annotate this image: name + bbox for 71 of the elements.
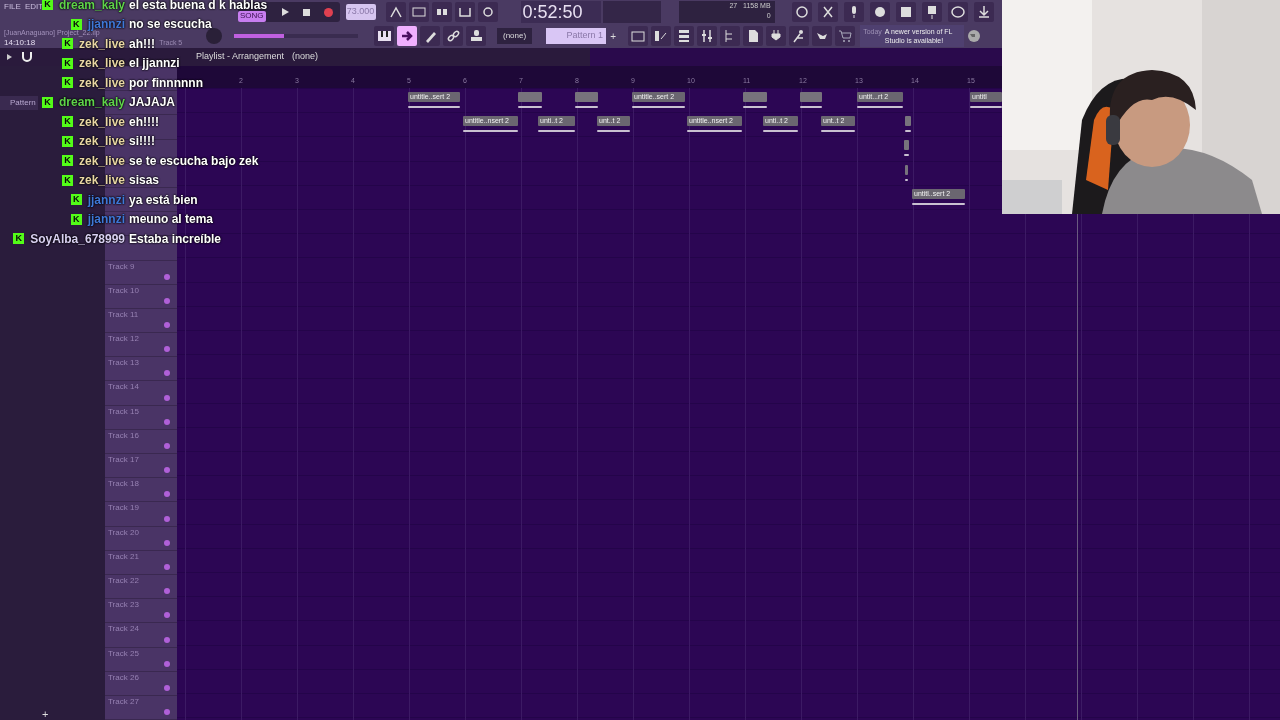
kick-badge: K [61, 174, 73, 186]
song-position-display: 0:52:50 [520, 1, 601, 23]
kick-badge: K [41, 96, 53, 108]
track-name[interactable]: Track 26 [108, 671, 139, 684]
add-pattern-button[interactable]: + [606, 28, 621, 44]
track-name[interactable]: Track 16 [108, 429, 139, 442]
track-name[interactable]: Track 9 [108, 260, 135, 273]
add-button[interactable]: + [42, 708, 49, 720]
kick-badge: K [13, 233, 25, 245]
menu-item[interactable]: FILE [4, 2, 21, 12]
menu-item[interactable]: EDIT [24, 2, 44, 12]
chat-message: ya está bien [129, 192, 198, 207]
track-name[interactable]: Track 20 [108, 526, 139, 539]
chat-message: sisas [129, 173, 160, 188]
track-name[interactable]: Track 19 [108, 502, 139, 515]
kick-badge: K [70, 194, 82, 206]
chat-message: ah!!! [129, 36, 155, 51]
chat-message: JAJAJA [129, 95, 176, 110]
chat-username: jjannzi [87, 212, 125, 227]
chat-username: zek_live [78, 134, 125, 149]
kick-badge: K [61, 77, 73, 89]
chat-message: no se escucha [129, 17, 212, 32]
chat-username: jjannzi [87, 17, 125, 32]
chat-message: el jjannzi [129, 56, 180, 71]
kick-badge: K [61, 116, 73, 128]
chat-message: se te escucha bajo zek [129, 153, 259, 168]
track-name[interactable]: Track 22 [108, 574, 139, 587]
mode-button[interactable]: SONG [238, 10, 266, 22]
chat-message: por finnnnnn [129, 75, 203, 90]
chat-username: jjannzi [87, 192, 125, 207]
track-name[interactable]: Track 15 [108, 405, 139, 418]
tempo-display[interactable]: 73.000 [345, 4, 376, 20]
kick-badge: K [61, 155, 73, 167]
clock-time: 14:10:18 [4, 37, 36, 49]
kick-badge: K [61, 57, 73, 69]
track-name[interactable]: Track 27 [108, 695, 139, 708]
chat-username: dream_kaly [58, 95, 125, 110]
track-name[interactable]: Track 14 [108, 381, 139, 394]
chat-message: Estaba increíble [129, 231, 222, 246]
chat-message: eh!!!! [129, 114, 159, 129]
chat-username: zek_live [78, 56, 125, 71]
chat-username: zek_live [78, 114, 125, 129]
track-name[interactable]: Track 12 [108, 333, 139, 346]
track-name[interactable]: Track 18 [108, 478, 139, 491]
chat-username: zek_live [78, 173, 125, 188]
chat-username: zek_live [78, 75, 125, 90]
track-name[interactable]: Track 24 [108, 623, 139, 636]
kick-badge: K [61, 135, 73, 147]
chat-username: zek_live [78, 153, 125, 168]
kick-badge: K [70, 213, 82, 225]
track-name[interactable]: Track 21 [108, 550, 139, 563]
channel-selector[interactable]: (none) [497, 28, 533, 44]
track-name[interactable]: Track 17 [108, 454, 139, 466]
chat-username: SoyAlba_678999 [30, 231, 125, 246]
track-name[interactable]: Track 10 [108, 284, 139, 297]
chat-message: meuno al tema [129, 212, 214, 227]
chat-username: dream_kaly [58, 0, 125, 12]
window-title: Playlist - Arrangement [196, 50, 285, 64]
kick-badge: K [61, 38, 73, 50]
track-name[interactable]: Track 13 [108, 357, 139, 370]
track-name[interactable]: Track 25 [108, 647, 139, 660]
pattern-selector[interactable]: Pattern 1 [546, 28, 607, 44]
pattern-label: (none) [292, 50, 319, 64]
chat-username: zek_live [78, 36, 125, 51]
chat-message: si!!!! [129, 134, 155, 149]
track-name[interactable]: Track 11 [108, 308, 139, 321]
browser-item[interactable]: Pattern [0, 96, 38, 110]
chat-message: el esta buena d k hablas [129, 0, 268, 12]
track-name[interactable]: Track 23 [108, 599, 139, 612]
kick-badge: K [41, 0, 53, 11]
kick-badge: K [70, 18, 82, 30]
